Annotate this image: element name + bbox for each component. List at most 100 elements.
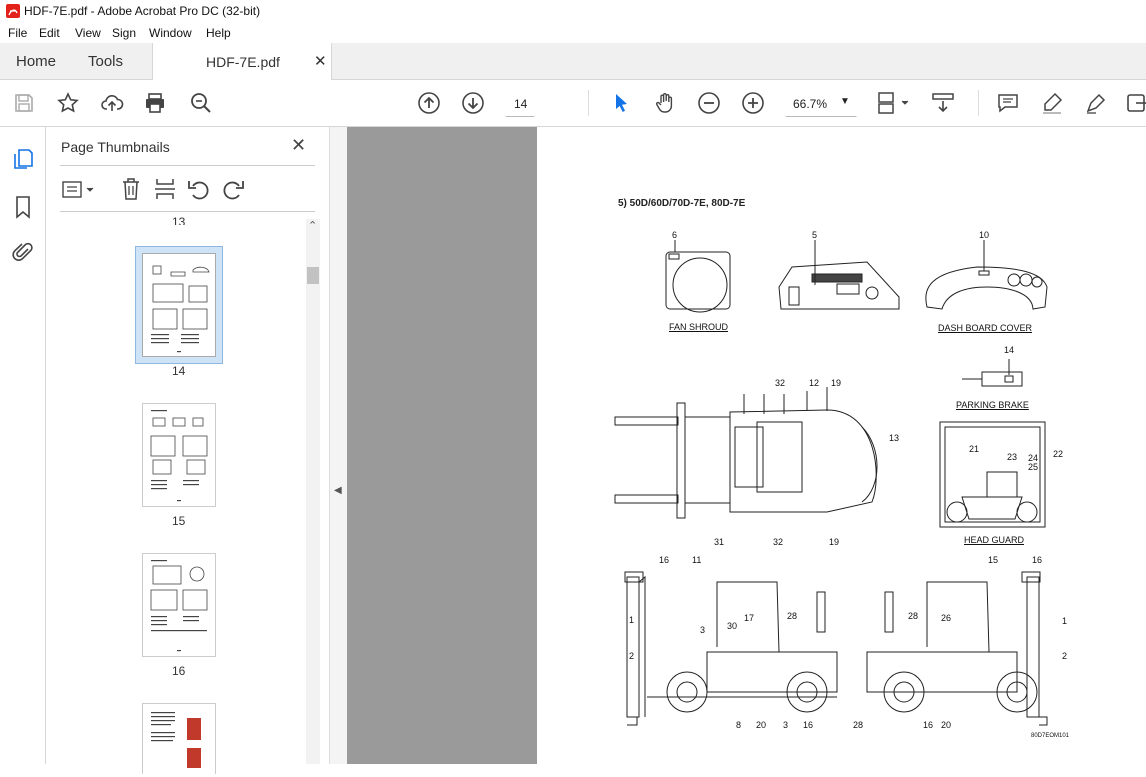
callout: 28 (787, 611, 798, 621)
attachment-icon[interactable] (11, 240, 35, 264)
label-fan-shroud: FAN SHROUD (669, 322, 729, 332)
upload-cloud-icon[interactable] (100, 91, 124, 115)
callout: 31 (714, 537, 725, 547)
thumb-label-16: 16 (172, 664, 186, 678)
save-icon[interactable] (12, 91, 36, 115)
callout: 14 (1004, 345, 1015, 355)
label-parking-brake: PARKING BRAKE (956, 400, 1029, 410)
left-navigation-rail (0, 127, 46, 764)
collapse-panel-icon[interactable]: ◀ (334, 485, 342, 496)
comment-icon[interactable] (996, 91, 1020, 115)
tab-bar: Home Tools HDF-7E.pdf ✕ (0, 43, 1146, 80)
callout: 8 (736, 720, 742, 730)
callout: 13 (889, 433, 900, 443)
hand-tool-icon[interactable] (653, 91, 677, 115)
menu-help[interactable]: Help (206, 26, 231, 40)
menu-window[interactable]: Window (149, 26, 192, 40)
rotate-counterclockwise-icon[interactable] (187, 178, 211, 200)
delete-icon[interactable] (120, 177, 142, 201)
callout: 22 (1053, 449, 1064, 459)
thumbnail-drawing (150, 560, 208, 652)
thumbnail-scrollbar[interactable]: ⌃ (306, 219, 320, 764)
callout: 11 (692, 555, 702, 565)
tab-home[interactable]: Home (0, 43, 76, 79)
current-page-value: 14 (514, 97, 528, 111)
page-number-input[interactable]: 14 (505, 91, 535, 117)
fit-page-icon[interactable] (876, 91, 912, 115)
previous-page-icon[interactable] (417, 91, 441, 115)
thumbnail-page-15[interactable] (142, 403, 216, 507)
callout: 32 (773, 537, 784, 547)
callout: 16 (1032, 555, 1043, 565)
callout: 32 (775, 378, 786, 388)
thumbnail-drawing (150, 410, 208, 502)
callout: 5 (812, 230, 818, 240)
star-icon[interactable] (56, 91, 80, 115)
menu-sign[interactable]: Sign (112, 26, 136, 40)
thumbnail-page-14[interactable] (135, 246, 223, 364)
tab-document[interactable]: HDF-7E.pdf ✕ (152, 43, 332, 80)
callout: 16 (803, 720, 814, 730)
callout: 16 (923, 720, 934, 730)
panel-splitter[interactable]: ◀ (329, 127, 348, 764)
sign-pen-icon[interactable] (1084, 91, 1108, 115)
highlight-pen-icon[interactable] (1040, 91, 1064, 115)
zoom-search-icon[interactable] (189, 91, 213, 115)
callout: 12 (809, 378, 820, 388)
menu-file[interactable]: File (8, 26, 27, 40)
options-menu-icon[interactable] (62, 179, 96, 201)
callout: 25 (1028, 462, 1039, 472)
callout: 20 (756, 720, 767, 730)
label-dash-board-cover: DASH BOARD COVER (938, 323, 1033, 333)
scroll-mode-icon[interactable] (931, 91, 955, 115)
tab-tools[interactable]: Tools (76, 43, 146, 79)
page-thumbnails-panel: Page Thumbnails ✕ 13 14 15 16 ⌃ (46, 127, 329, 774)
zoom-select[interactable]: 66.7% ▼ (785, 91, 857, 117)
callout: 28 (853, 720, 864, 730)
scroll-up-icon[interactable]: ⌃ (308, 219, 317, 232)
insert-pages-icon[interactable] (154, 177, 176, 201)
thumbnail-drawing (151, 265, 210, 353)
page-thumbnails-icon[interactable] (11, 147, 35, 171)
panel-title: Page Thumbnails (61, 139, 170, 155)
menu-edit[interactable]: Edit (39, 26, 60, 40)
zoom-in-icon[interactable] (741, 91, 765, 115)
window-title: HDF-7E.pdf - Adobe Acrobat Pro DC (32-bi… (24, 4, 261, 18)
title-bar: HDF-7E.pdf - Adobe Acrobat Pro DC (32-bi… (0, 0, 1146, 23)
zoom-out-icon[interactable] (697, 91, 721, 115)
menu-bar: File Edit View Sign Window Help (0, 23, 1146, 43)
rotate-clockwise-icon[interactable] (221, 178, 245, 200)
thumb-label-14: 14 (172, 364, 186, 378)
callout: 30 (727, 621, 738, 631)
scrollbar-thumb[interactable] (307, 267, 319, 284)
technical-drawing (614, 240, 1048, 726)
thumbnail-page-17[interactable] (142, 703, 216, 774)
thumbnail-page-16[interactable] (142, 553, 216, 657)
bookmark-icon[interactable] (12, 195, 34, 219)
close-tab-icon[interactable]: ✕ (314, 52, 327, 70)
next-page-icon[interactable] (461, 91, 485, 115)
callout: 2 (629, 651, 635, 661)
tab-document-label: HDF-7E.pdf (206, 54, 280, 70)
callout: 17 (744, 613, 755, 623)
callout: 26 (941, 613, 952, 623)
callout: 15 (988, 555, 999, 565)
callout: 10 (979, 230, 990, 240)
print-icon[interactable] (143, 91, 167, 115)
zoom-value: 66.7% (793, 97, 828, 111)
callout: 19 (829, 537, 840, 547)
callout: 1 (629, 615, 635, 625)
callout: 19 (831, 378, 842, 388)
callout: 20 (941, 720, 952, 730)
figure-code: 80D7EOM101 (1031, 733, 1070, 739)
share-icon[interactable] (1126, 91, 1146, 115)
close-panel-icon[interactable]: ✕ (291, 135, 306, 156)
toolbar: 14 / 251 66.7% ▼ (0, 80, 1146, 190)
callout: 3 (783, 720, 789, 730)
callout: 21 (969, 444, 980, 454)
select-cursor-icon[interactable] (609, 91, 633, 115)
thumbnail-image (142, 253, 216, 357)
panel-divider-2 (60, 211, 315, 212)
callout: 2 (1062, 651, 1068, 661)
menu-view[interactable]: View (75, 26, 101, 40)
